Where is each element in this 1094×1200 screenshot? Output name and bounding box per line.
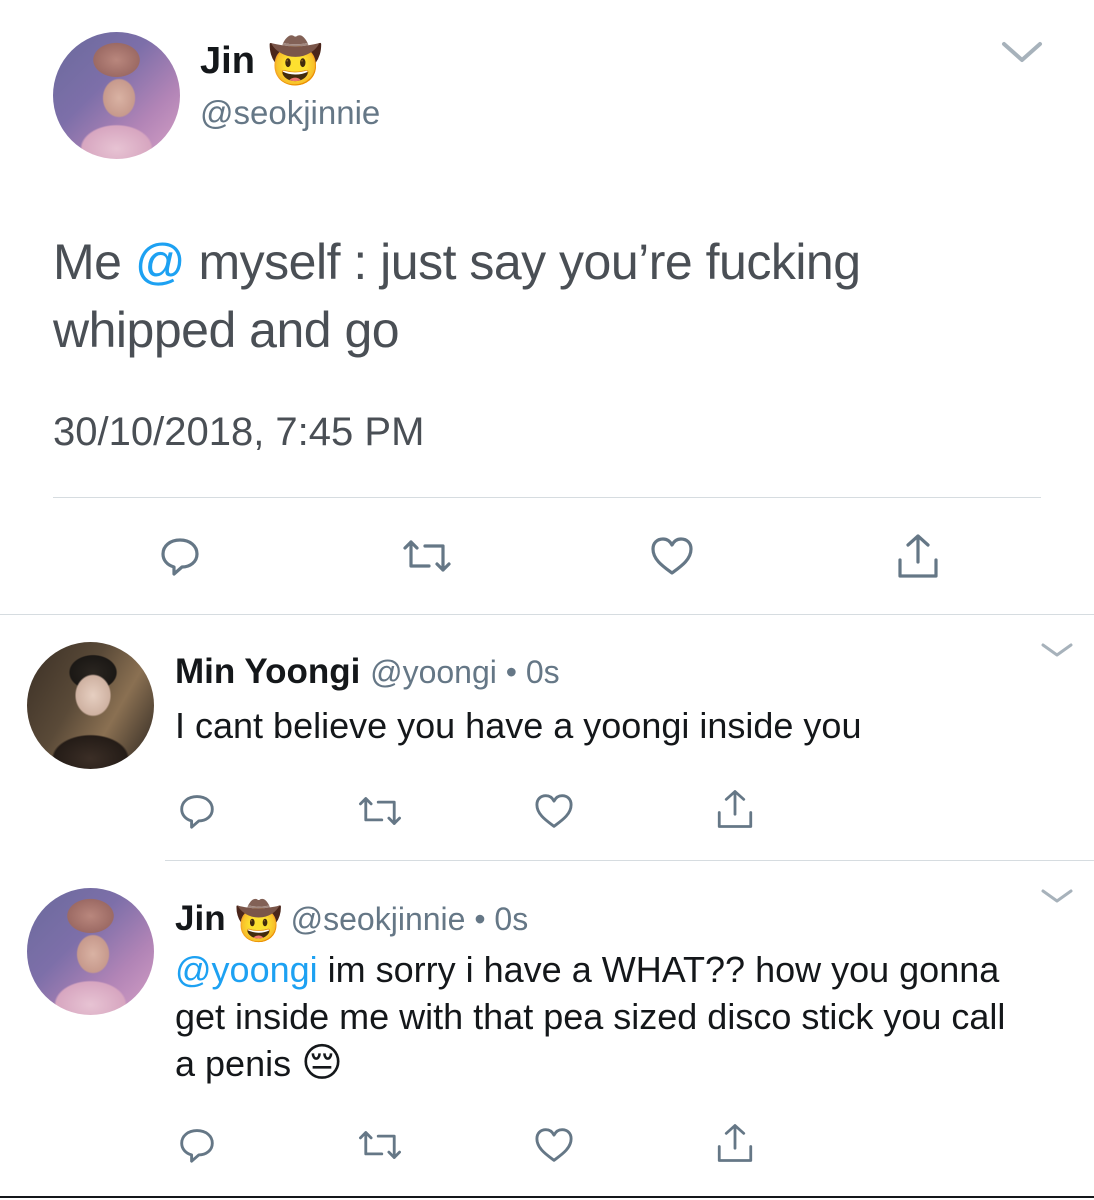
share-icon: [717, 1124, 753, 1162]
reply-icon: [180, 1129, 214, 1163]
reply-divider: [165, 860, 1094, 861]
mention-link[interactable]: @yoongi: [175, 949, 318, 990]
display-name[interactable]: Jin: [200, 40, 255, 83]
avatar[interactable]: [27, 888, 154, 1015]
mention-link[interactable]: @: [135, 234, 186, 290]
separator: •: [496, 654, 526, 690]
tweet-text: Me @ myself : just say you’re fucking wh…: [53, 228, 1013, 364]
pensive-emoji-icon: 😔: [301, 1040, 343, 1086]
tweet-text-prefix: Me: [53, 234, 135, 290]
reply-icon: [161, 538, 199, 576]
reply-button[interactable]: [172, 788, 222, 834]
display-name[interactable]: Min Yoongi: [175, 652, 360, 691]
avatar[interactable]: [53, 32, 180, 159]
chevron-down-icon[interactable]: [1040, 886, 1074, 906]
heart-icon: [651, 537, 693, 575]
reply-text: I cant believe you have a yoongi inside …: [175, 705, 862, 746]
retweet-button[interactable]: [350, 1122, 410, 1168]
cowboy-emoji-icon: 🤠: [235, 899, 283, 943]
time[interactable]: 0s: [526, 654, 560, 690]
divider: [53, 497, 1041, 498]
share-button[interactable]: [708, 784, 762, 834]
handle[interactable]: @seokjinnie: [291, 901, 466, 937]
handle[interactable]: @yoongi: [370, 654, 497, 690]
like-button[interactable]: [527, 788, 581, 834]
handle[interactable]: @seokjinnie: [200, 94, 380, 132]
bottom-divider: [0, 1196, 1094, 1198]
retweet-button[interactable]: [350, 788, 410, 834]
reply-icon: [180, 795, 214, 829]
chevron-down-icon[interactable]: [1000, 38, 1044, 66]
retweet-icon: [359, 1131, 401, 1159]
share-icon: [717, 790, 753, 828]
like-button[interactable]: [642, 530, 702, 582]
display-name[interactable]: Jin: [175, 899, 226, 938]
share-button[interactable]: [708, 1118, 762, 1168]
share-icon: [898, 534, 938, 578]
like-button[interactable]: [527, 1122, 581, 1168]
avatar[interactable]: [27, 642, 154, 769]
retweet-icon: [359, 797, 401, 825]
retweet-button[interactable]: [392, 530, 462, 582]
cowboy-emoji-icon: 🤠: [268, 36, 323, 87]
reply-button[interactable]: [172, 1122, 222, 1168]
heart-icon: [535, 1128, 573, 1162]
separator: •: [465, 901, 495, 937]
share-button[interactable]: [888, 528, 948, 584]
chevron-down-icon[interactable]: [1040, 640, 1074, 660]
retweet-icon: [403, 540, 451, 572]
reply-button[interactable]: [150, 530, 210, 582]
section-divider: [0, 614, 1094, 615]
time[interactable]: 0s: [494, 901, 528, 937]
timestamp[interactable]: 30/10/2018, 7:45 PM: [53, 410, 424, 455]
reply-header: Min Yoongi @yoongi • 0s: [175, 652, 560, 692]
heart-icon: [535, 794, 573, 828]
reply-header: Jin 🤠 @seokjinnie • 0s: [175, 898, 528, 940]
reply-text: @yoongi im sorry i have a WHAT?? how you…: [175, 946, 1025, 1087]
